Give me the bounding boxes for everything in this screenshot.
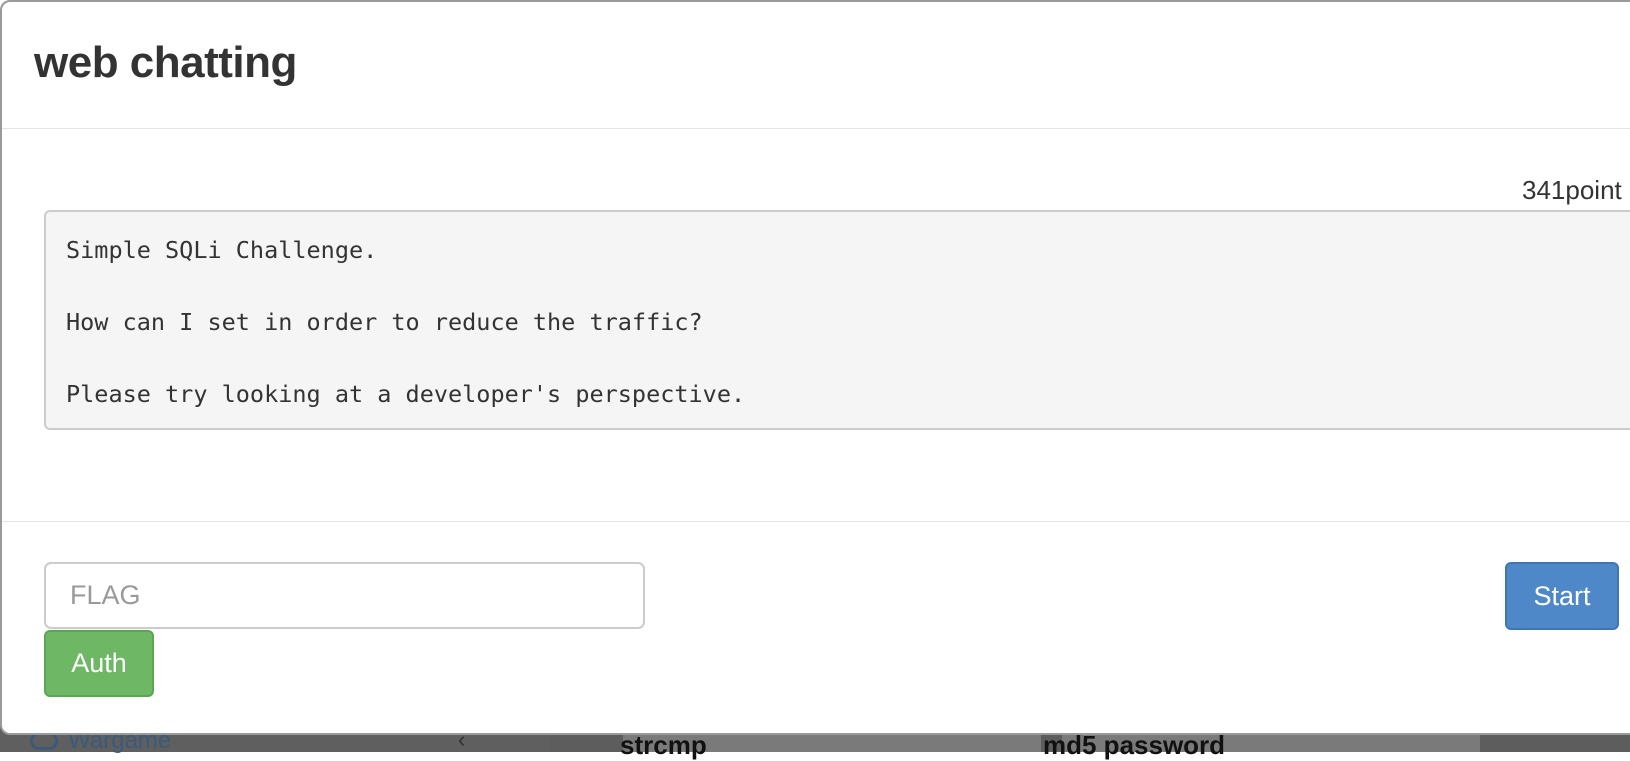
challenge-modal: web chatting 341point Simple SQLi Challe… xyxy=(0,0,1630,735)
modal-footer: Auth Start xyxy=(2,522,1630,733)
points-label: 341point xyxy=(1522,175,1622,205)
flag-input[interactable] xyxy=(44,562,645,629)
start-button[interactable]: Start xyxy=(1505,562,1619,630)
auth-button[interactable]: Auth xyxy=(44,630,154,697)
modal-title: web chatting xyxy=(34,38,297,87)
challenge-description: Simple SQLi Challenge. How can I set in … xyxy=(44,210,1630,430)
modal-header: web chatting xyxy=(2,2,1630,129)
modal-body: 341point Simple SQLi Challenge. How can … xyxy=(2,129,1630,522)
